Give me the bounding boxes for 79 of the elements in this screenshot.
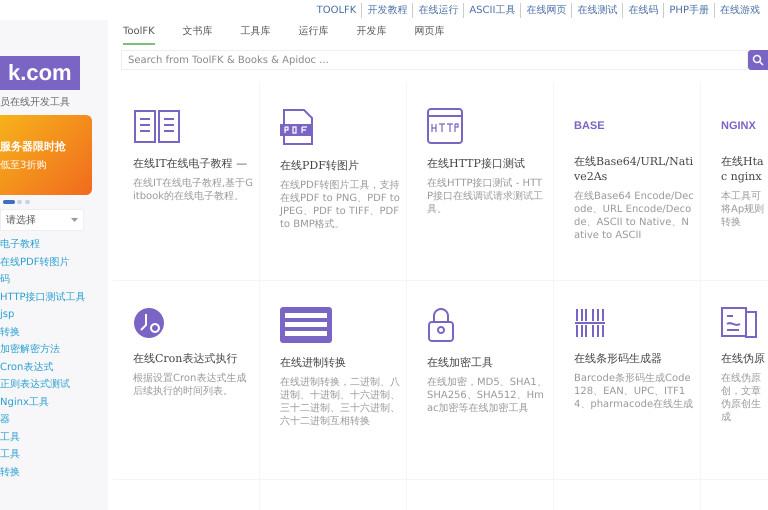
nav-tab[interactable]: ToolFK: [123, 20, 155, 45]
tool-card[interactable]: 在线进制转换 在线进制转换，二进制、八进制、十进制、十六进制、三十二进制、三十六进制、六十二进制互相转换: [260, 281, 406, 479]
card-title: 在线条形码生成器: [574, 351, 663, 366]
card-description: 在线IT在线电子教程,基于Gitbook的在线电子教程。: [133, 177, 253, 203]
sidebar-link[interactable]: 加密解密方法: [0, 341, 108, 358]
logo-text-icon: NGINX: [721, 108, 756, 142]
search-icon: [752, 54, 764, 66]
nav-link[interactable]: 在线游戏: [714, 2, 760, 18]
select-value: 请选择: [6, 214, 36, 228]
card-description: 根据设置Cron表达式生成后续执行的时间列表。: [133, 372, 248, 398]
search-field[interactable]: Search from ToolFK & Books & Apidoc ...: [121, 50, 748, 70]
tool-card[interactable]: 在线加密工具 在线加密，MD5、SHA1、SHA256、SHA512、Hmac加密等在线加密工具: [407, 281, 553, 479]
sidebar-link[interactable]: 转换: [0, 464, 108, 481]
tool-card[interactable]: 在线HTTP接口测试 在线HTTP接口测试 - HTTP接口在线调试请求测试工具。: [407, 82, 553, 280]
card-title: 在线PDF转图片: [280, 158, 360, 173]
card-description: 在线伪原创，文章伪原创生成: [721, 372, 762, 424]
nav-link[interactable]: 开发教程: [361, 2, 408, 18]
category-select[interactable]: 请选择: [0, 209, 84, 231]
card-description: 在线加密，MD5、SHA1、SHA256、SHA512、Hmac加密等在线加密工具: [427, 376, 547, 415]
book-icon: [133, 108, 181, 144]
nav-link[interactable]: 在线测试: [571, 2, 618, 18]
search-button[interactable]: [748, 50, 768, 70]
card-title: 在线Htac nginx: [721, 154, 765, 184]
clock-icon: [133, 307, 165, 339]
site-logo[interactable]: k.com: [0, 56, 80, 90]
nav-tab[interactable]: 工具库: [240, 20, 271, 45]
binary-grid-icon: [280, 307, 332, 343]
sidebar-link[interactable]: 转换: [0, 324, 108, 341]
card-title: 在线进制转换: [280, 355, 347, 370]
nav-link[interactable]: 在线码: [622, 2, 658, 18]
nav-tab[interactable]: 网页库: [414, 20, 445, 45]
card-title: 在线加密工具: [427, 355, 494, 370]
sidebar-link[interactable]: 器: [0, 411, 108, 428]
card-description: 本工具可将Ap规则转换: [721, 190, 766, 229]
card-title: 在线Cron表达式执行: [133, 351, 238, 366]
logo-text-icon: BASE: [574, 108, 605, 142]
card-description: 在线Base64 Encode/Decode、URL Encode/Decode、ASCII to Native、Native to ASCII: [574, 190, 694, 242]
sidebar-link[interactable]: Cron表达式: [0, 358, 108, 376]
card-description: 在线HTTP接口测试 - HTTP接口在线调试请求测试工具。: [427, 177, 544, 216]
sidebar-link[interactable]: Nginx工具: [0, 394, 108, 411]
card-title: 在线伪原: [721, 351, 766, 366]
nav-link[interactable]: 在线运行: [412, 2, 458, 18]
sidebar-link[interactable]: 工具: [0, 446, 108, 464]
sidebar-link[interactable]: 码: [0, 271, 108, 288]
tagline: 员在线开发工具: [0, 96, 71, 110]
padlock-icon: [427, 307, 455, 343]
tool-card[interactable]: 在线伪原 在线伪原创，文章伪原创生成: [701, 281, 768, 479]
nav-tab[interactable]: 文书库: [182, 20, 213, 45]
nav-link[interactable]: PHP手册: [663, 2, 709, 18]
card-title: 在线Base64/URL/Native2As: [574, 154, 694, 184]
nav-link[interactable]: 在线网页: [520, 2, 566, 18]
card-description: Barcode条形码生成Code128、EAN、UPC、ITF14、pharmacode在线生成: [574, 372, 694, 411]
sidebar-link[interactable]: 正则表达式测试: [0, 376, 108, 394]
card-description: 在线进制转换，二进制、八进制、十进制、十六进制、三十二进制、三十六进制、六十二进制互相转换: [280, 376, 400, 428]
card-description: 在线PDF转图片工具，支持在线PDF to PNG、PDF to JPEG、PDF to TIFF、PDF to BMP格式。: [280, 179, 400, 231]
card-title: 在线HTTP接口测试: [427, 156, 526, 171]
tool-card[interactable]: 在线条形码生成器 Barcode条形码生成Code128、EAN、UPC、ITF14、pharmacode在线生成: [554, 281, 700, 479]
caret-icon: [71, 218, 78, 222]
nav-link[interactable]: ASCII工具: [463, 2, 516, 18]
nav-tab[interactable]: 开发库: [356, 20, 387, 45]
sidebar-link[interactable]: HTTP接口测试工具: [0, 288, 108, 306]
sidebar-link[interactable]: 在线PDF转图片: [0, 254, 108, 271]
banner-headline: 服务器限时抢: [0, 139, 67, 155]
nav-link[interactable]: TOOLFK: [316, 2, 356, 18]
documents-icon: [721, 307, 757, 339]
browser-window-icon: [427, 108, 465, 144]
card-title: 在线IT在线电子教程 —: [133, 156, 248, 171]
tool-card[interactable]: BASE 在线Base64/URL/Native2As 在线Base64 Encode/Decode、URL Encode/Decode、ASCII to Native、Native to ASCII: [554, 82, 700, 280]
tool-card[interactable]: NGINX 在线Htac nginx 本工具可将Ap规则转换: [701, 82, 768, 280]
tool-card[interactable]: 在线IT在线电子教程 — 在线IT在线电子教程,基于Gitbook的在线电子教程。: [113, 82, 259, 280]
nav-tab[interactable]: 运行库: [298, 20, 329, 45]
sidebar-link[interactable]: 电子教程: [0, 236, 108, 254]
pdf-file-icon: [280, 108, 316, 146]
sidebar-link[interactable]: 工具: [0, 428, 108, 446]
tool-card[interactable]: 在线PDF转图片 在线PDF转图片工具，支持在线PDF to PNG、PDF to JPEG、PDF to TIFF、PDF to BMP格式。: [260, 82, 406, 280]
tool-card[interactable]: 在线Cron表达式执行 根据设置Cron表达式生成后续执行的时间列表。: [113, 281, 259, 479]
barcode-icon: [574, 307, 606, 339]
banner-subline: 低至3折购: [0, 159, 48, 173]
sidebar-link[interactable]: jsp: [0, 306, 108, 324]
